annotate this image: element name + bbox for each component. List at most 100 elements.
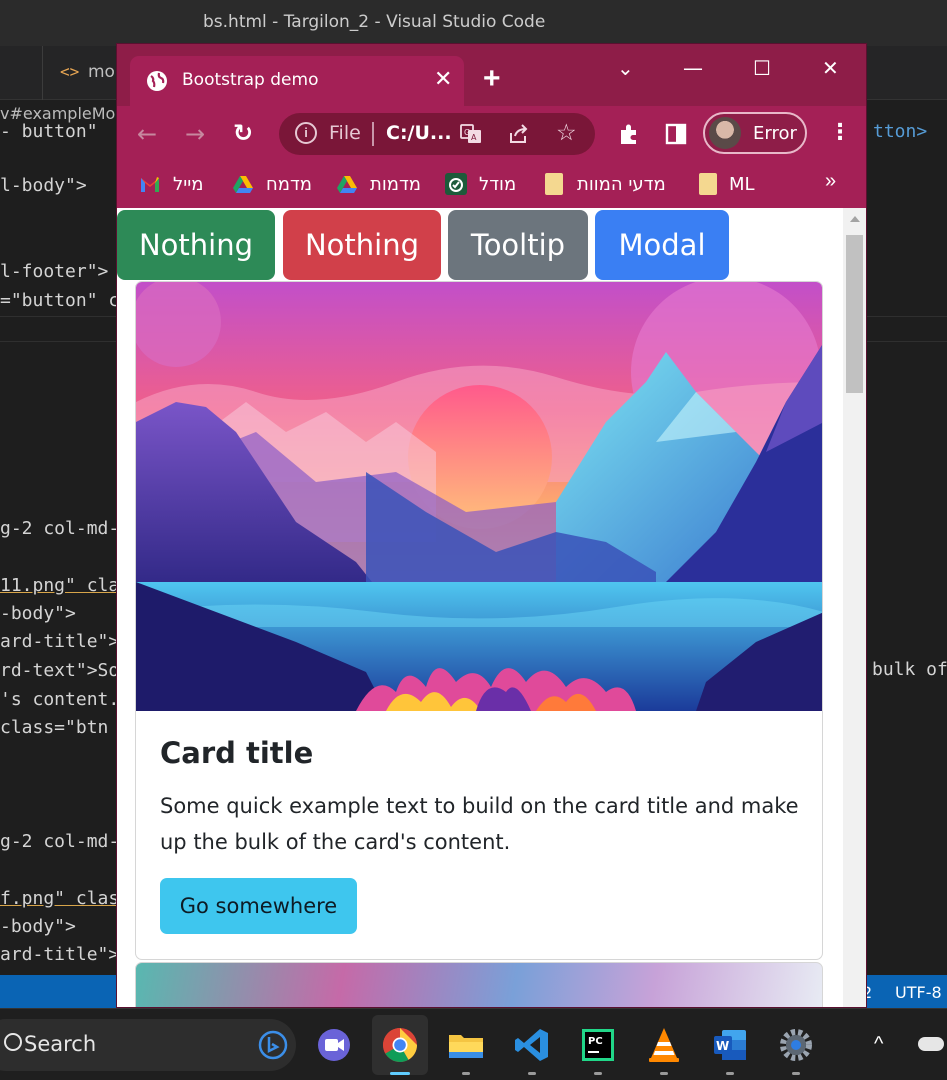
scrollbar[interactable] bbox=[843, 208, 866, 1007]
word-icon[interactable]: W bbox=[710, 1025, 750, 1065]
modal-button[interactable]: Modal bbox=[595, 210, 729, 280]
code-line: -body"> bbox=[0, 603, 76, 624]
code-line: ="button" c bbox=[0, 290, 120, 311]
code-line: g-2 col-md- bbox=[0, 518, 120, 539]
running-app-indicator bbox=[462, 1072, 470, 1075]
minimize-button[interactable]: — bbox=[683, 56, 703, 80]
go-somewhere-button[interactable]: Go somewhere bbox=[160, 878, 357, 934]
bookmarks-bar: מייל מדמח מדמות מודל מדעי המוות ML » bbox=[117, 162, 866, 208]
bookmark-label: ML bbox=[729, 174, 755, 195]
running-app-indicator bbox=[792, 1072, 800, 1075]
scheme-label: File bbox=[329, 122, 361, 144]
new-tab-button[interactable]: + bbox=[483, 64, 501, 94]
onedrive-cloud-icon[interactable] bbox=[918, 1037, 944, 1051]
search-label: Search bbox=[24, 1032, 97, 1056]
url-text[interactable]: C:/U... bbox=[386, 122, 452, 144]
bookmark-label: מייל bbox=[173, 174, 204, 195]
active-app-indicator bbox=[390, 1072, 410, 1075]
bookmark-folder-1[interactable]: מדעי המוות bbox=[545, 172, 675, 198]
svg-text:G: G bbox=[464, 128, 470, 137]
bookmark-drive-1[interactable]: מדמח bbox=[232, 172, 312, 198]
code-line: -body"> bbox=[0, 916, 76, 937]
bookmark-star-icon[interactable]: ☆ bbox=[556, 119, 577, 146]
code-line: tton> bbox=[873, 121, 928, 142]
bookmark-gmail[interactable]: מייל bbox=[139, 172, 209, 198]
globe-icon bbox=[147, 71, 167, 91]
second-card-image bbox=[135, 962, 823, 1007]
moodle-icon bbox=[445, 173, 467, 195]
reload-icon[interactable]: ↻ bbox=[233, 121, 253, 145]
card-text: Some quick example text to build on the … bbox=[160, 794, 799, 854]
running-app-indicator bbox=[594, 1072, 602, 1075]
bookmark-label: מדעי המוות bbox=[577, 174, 666, 195]
scroll-thumb[interactable] bbox=[846, 235, 863, 393]
code-line: bulk of bbox=[872, 659, 947, 680]
pycharm-icon[interactable]: PC bbox=[578, 1025, 618, 1065]
windows-taskbar: Search PC W ^ bbox=[0, 1008, 947, 1080]
teams-icon[interactable] bbox=[314, 1025, 354, 1065]
nothing-button-green[interactable]: Nothing bbox=[117, 210, 275, 280]
vlc-icon[interactable] bbox=[644, 1025, 684, 1065]
search-icon bbox=[4, 1033, 22, 1051]
translate-icon[interactable]: G A bbox=[460, 123, 482, 145]
profile-button[interactable]: Error bbox=[703, 112, 807, 154]
forward-arrow-icon[interactable]: → bbox=[185, 122, 205, 146]
side-panel-icon[interactable] bbox=[665, 123, 687, 145]
bookmark-label: מודל bbox=[479, 174, 517, 195]
code-line: 11.png" cla bbox=[0, 575, 120, 596]
tab-separator bbox=[42, 46, 43, 100]
tooltip-button[interactable]: Tooltip bbox=[448, 210, 588, 280]
show-hidden-icons-chevron-icon[interactable]: ^ bbox=[874, 1033, 883, 1056]
vscode-icon[interactable] bbox=[512, 1025, 552, 1065]
bookmark-folder-2[interactable]: ML bbox=[699, 172, 759, 198]
window-title: bs.html - Targilon_2 - Visual Studio Cod… bbox=[203, 12, 546, 32]
scroll-up-arrow-icon[interactable] bbox=[850, 216, 860, 222]
code-line: l-footer"> bbox=[0, 261, 109, 282]
file-explorer-icon[interactable] bbox=[446, 1025, 486, 1065]
nothing-button-red[interactable]: Nothing bbox=[283, 210, 441, 280]
svg-text:A: A bbox=[471, 133, 477, 142]
avatar bbox=[709, 117, 741, 149]
svg-text:W: W bbox=[716, 1039, 729, 1053]
bookmark-label: מדמח bbox=[266, 174, 313, 195]
settings-icon[interactable] bbox=[776, 1025, 816, 1065]
address-bar[interactable]: i File C:/U... G A ☆ bbox=[279, 113, 595, 155]
running-app-indicator bbox=[528, 1072, 536, 1075]
card-title: Card title bbox=[160, 736, 314, 770]
info-icon[interactable]: i bbox=[295, 122, 317, 144]
browser-tab[interactable]: Bootstrap demo ✕ bbox=[130, 56, 464, 106]
code-line: rd-text">So bbox=[0, 660, 120, 681]
chrome-icon[interactable] bbox=[380, 1025, 420, 1065]
more-bookmarks-button[interactable]: » bbox=[825, 170, 836, 193]
bookmark-drive-2[interactable]: מדמות bbox=[336, 172, 426, 198]
vscode-titlebar: bs.html - Targilon_2 - Visual Studio Cod… bbox=[0, 0, 947, 46]
bookmark-moodle[interactable]: מודל bbox=[445, 172, 523, 198]
tab-search-icon[interactable]: ⌄ bbox=[617, 56, 634, 80]
share-icon[interactable] bbox=[508, 123, 530, 145]
google-drive-icon bbox=[233, 176, 253, 193]
bing-icon[interactable] bbox=[258, 1030, 288, 1060]
code-line: - button" bbox=[0, 121, 98, 142]
folder-icon bbox=[545, 173, 563, 195]
code-line: class="btn bbox=[0, 717, 109, 738]
gmail-icon bbox=[141, 177, 159, 192]
taskbar-search[interactable]: Search bbox=[0, 1019, 296, 1071]
card: Card title Some quick example text to bu… bbox=[135, 281, 823, 960]
status-encoding[interactable]: UTF-8 bbox=[895, 983, 942, 1002]
back-arrow-icon[interactable]: ← bbox=[137, 122, 157, 146]
close-tab-icon[interactable]: ✕ bbox=[434, 66, 452, 92]
maximize-button[interactable]: ☐ bbox=[753, 56, 771, 80]
close-window-button[interactable]: ✕ bbox=[822, 56, 839, 80]
code-line: f.png" clas bbox=[0, 888, 120, 909]
html-file-icon: <> bbox=[60, 62, 80, 81]
profile-status: Error bbox=[753, 123, 797, 144]
bookmark-label: מדמות bbox=[370, 174, 422, 195]
omnibox-separator bbox=[372, 122, 374, 146]
code-line: ard-title"> bbox=[0, 631, 120, 652]
chrome-window: Bootstrap demo ✕ + ⌄ — ☐ ✕ ← → ↻ i File … bbox=[116, 43, 867, 1008]
code-line: ard-title"> bbox=[0, 944, 120, 965]
page-viewport[interactable]: Nothing Nothing Tooltip Modal Card title… bbox=[117, 208, 866, 1007]
editor-tab-label[interactable]: mo bbox=[88, 62, 115, 82]
menu-icon[interactable]: ⋮ bbox=[829, 121, 851, 145]
extensions-icon[interactable] bbox=[617, 122, 641, 146]
